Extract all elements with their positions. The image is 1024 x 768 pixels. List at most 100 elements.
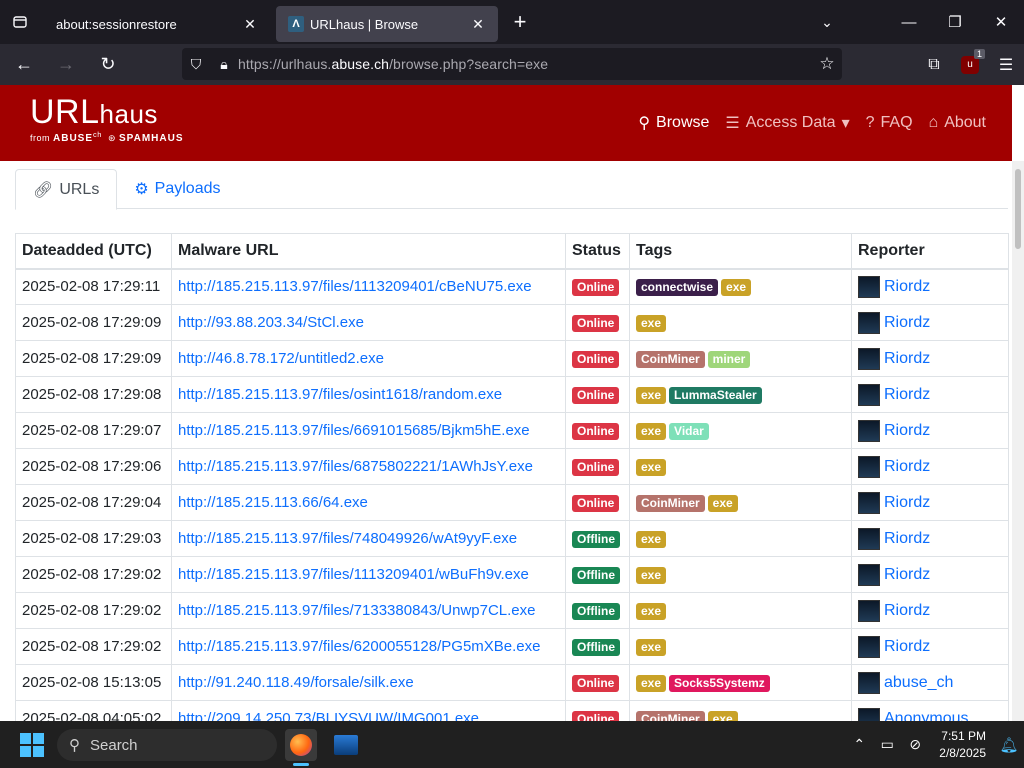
reporter-link[interactable]: Anonymous <box>884 710 969 722</box>
tags-cell: exe LummaStealer <box>629 376 852 413</box>
tag-badge[interactable]: CoinMiner <box>636 710 705 721</box>
tag-badge[interactable]: exe <box>636 386 667 404</box>
tag-badge[interactable]: miner <box>707 350 751 368</box>
malware-url-link[interactable]: http://185.215.113.97/files/osint1618/ra… <box>178 386 502 403</box>
restore-icon[interactable]: ❐ <box>932 0 978 44</box>
malware-url-link[interactable]: http://185.215.113.97/files/1113209401/w… <box>178 566 529 583</box>
nav-about[interactable]: ⌂ About <box>929 114 986 132</box>
reporter-link[interactable]: Riordz <box>884 386 930 404</box>
url-text[interactable]: https://urlhaus.abuse.ch/browse.php?sear… <box>238 56 812 72</box>
tag-badge[interactable]: exe <box>636 458 667 476</box>
app-taskbar-icon[interactable] <box>330 729 362 761</box>
reporter-link[interactable]: Riordz <box>884 278 930 296</box>
reporter-link[interactable]: Riordz <box>884 602 930 620</box>
reporter-link[interactable]: Riordz <box>884 530 930 548</box>
forward-arrow-icon[interactable]: → <box>48 49 84 81</box>
table-row: 2025-02-08 17:29:04 http://185.215.113.66… <box>15 484 1009 521</box>
tab-payloads[interactable]: ⚙ Payloads <box>117 169 237 209</box>
close-icon[interactable]: ✕ <box>470 16 486 33</box>
malware-url-link[interactable]: http://91.240.118.49/forsale/silk.exe <box>178 674 414 691</box>
reporter-link[interactable]: Riordz <box>884 458 930 476</box>
tag-badge[interactable]: CoinMiner <box>636 494 705 512</box>
table-row: 2025-02-08 17:29:02 http://185.215.113.97… <box>15 592 1009 629</box>
reporter-link[interactable]: Riordz <box>884 350 930 368</box>
back-arrow-icon[interactable]: ← <box>6 49 42 81</box>
tag-badge[interactable]: exe <box>636 530 667 548</box>
firefox-taskbar-icon[interactable] <box>285 729 317 766</box>
reporter-link[interactable]: Riordz <box>884 314 930 332</box>
network-icon[interactable]: ▭ <box>873 736 901 753</box>
tag-badge[interactable]: exe <box>636 422 667 440</box>
malware-url-link[interactable]: http://185.215.113.97/files/6691015685/B… <box>178 422 530 439</box>
clock[interactable]: 7:51 PM 2/8/2025 <box>939 728 986 762</box>
reload-icon[interactable]: ↻ <box>90 49 126 81</box>
tag-badge[interactable]: exe <box>636 314 667 332</box>
toolbar-right: ⧉ u1 ☰ <box>916 44 1024 85</box>
tab-title: URLhaus | Browse <box>310 16 419 32</box>
malware-url-link[interactable]: http://93.88.203.34/StCl.exe <box>178 314 364 331</box>
malware-url-link[interactable]: http://185.215.113.97/files/7133380843/U… <box>178 602 536 619</box>
tag-badge[interactable]: LummaStealer <box>669 386 762 404</box>
header-tags[interactable]: Tags <box>629 233 852 270</box>
header-status[interactable]: Status <box>565 233 630 270</box>
nav-faq[interactable]: ? FAQ <box>866 114 913 132</box>
reporter-link[interactable]: abuse_ch <box>884 674 953 692</box>
malware-url-link[interactable]: http://185.215.113.97/files/748049926/wA… <box>178 530 517 547</box>
address-bar[interactable]: ⛉ 🔒︎ https://urlhaus.abuse.ch/browse.php… <box>182 48 842 80</box>
lock-icon[interactable]: 🔒︎ <box>210 56 238 73</box>
new-tab-button[interactable]: + <box>500 9 540 35</box>
ublock-extension-icon[interactable]: u1 <box>952 48 988 81</box>
taskbar-search[interactable]: ⚲ Search <box>57 729 277 761</box>
tab-urls[interactable]: 🔗︎ URLs <box>15 169 118 210</box>
table-row: 2025-02-08 17:29:08 http://185.215.113.97… <box>15 376 1009 413</box>
malware-url-link[interactable]: http://185.215.113.97/files/6875802221/1… <box>178 458 533 475</box>
windows-start-icon[interactable] <box>20 732 44 757</box>
minimize-icon[interactable]: — <box>886 0 932 44</box>
urlhaus-logo[interactable]: URLhaus from ABUSEch ⊛ SPAMHAUS <box>30 93 183 144</box>
link-icon: 🔗︎ <box>33 181 54 199</box>
reporter-link[interactable]: Riordz <box>884 566 930 584</box>
bookmark-star-icon[interactable]: ☆ <box>812 54 842 74</box>
nav-access-data[interactable]: ☰ Access Data ▾ <box>725 113 849 133</box>
reporter-link[interactable]: Riordz <box>884 494 930 512</box>
menu-icon[interactable]: ☰ <box>988 49 1024 81</box>
tag-badge[interactable]: exe <box>636 566 667 584</box>
reporter-link[interactable]: Riordz <box>884 422 930 440</box>
tag-badge[interactable]: Socks5Systemz <box>669 674 770 692</box>
tag-badge[interactable]: exe <box>707 494 738 512</box>
tag-badge[interactable]: Vidar <box>669 422 709 440</box>
reporter-link[interactable]: Riordz <box>884 638 930 656</box>
browser-tab-urlhaus[interactable]: Λ URLhaus | Browse ✕ <box>276 6 498 42</box>
tab-list-icon[interactable] <box>0 0 40 44</box>
tag-badge[interactable]: connectwise <box>636 278 719 296</box>
status-badge: Online <box>572 494 620 512</box>
chevron-up-icon[interactable]: ⌃ <box>845 736 873 753</box>
url-cell: http://185.215.113.97/files/6691015685/B… <box>171 412 566 449</box>
malware-url-link[interactable]: http://185.215.113.97/files/1113209401/c… <box>178 278 532 295</box>
tag-badge[interactable]: exe <box>721 278 752 296</box>
shield-icon[interactable]: ⛉ <box>182 56 210 73</box>
close-icon[interactable]: ✕ <box>242 16 258 33</box>
tag-badge[interactable]: exe <box>636 674 667 692</box>
volume-muted-icon[interactable]: ⊘ <box>901 736 929 753</box>
malware-url-link[interactable]: http://185.215.113.97/files/6200055128/P… <box>178 638 541 655</box>
tag-badge[interactable]: exe <box>707 710 738 721</box>
header-dateadded[interactable]: Dateadded (UTC) <box>15 233 172 270</box>
page-scrollbar[interactable] <box>1012 161 1024 721</box>
scrollbar-thumb[interactable] <box>1015 169 1021 249</box>
tag-badge[interactable]: exe <box>636 602 667 620</box>
reporter-cell: Riordz <box>851 268 1009 305</box>
notification-bell-icon[interactable]: 🔔︎ <box>994 736 1024 754</box>
header-reporter[interactable]: Reporter <box>851 233 1009 270</box>
tag-badge[interactable]: CoinMiner <box>636 350 705 368</box>
browser-tab-session-restore[interactable]: about:sessionrestore ✕ <box>44 6 270 42</box>
malware-url-link[interactable]: http://185.215.113.66/64.exe <box>178 494 368 511</box>
malware-url-link[interactable]: http://209.14.250.73/BLIYSVUW/IMG001.exe <box>178 710 479 721</box>
header-malware-url[interactable]: Malware URL <box>171 233 566 270</box>
extensions-icon[interactable]: ⧉ <box>916 49 952 81</box>
close-window-icon[interactable]: ✕ <box>978 0 1024 44</box>
malware-url-link[interactable]: http://46.8.78.172/untitled2.exe <box>178 350 384 367</box>
nav-browse[interactable]: ⚲ Browse <box>638 113 709 133</box>
chevron-down-icon[interactable]: ⌄ <box>812 0 842 44</box>
tag-badge[interactable]: exe <box>636 638 667 656</box>
